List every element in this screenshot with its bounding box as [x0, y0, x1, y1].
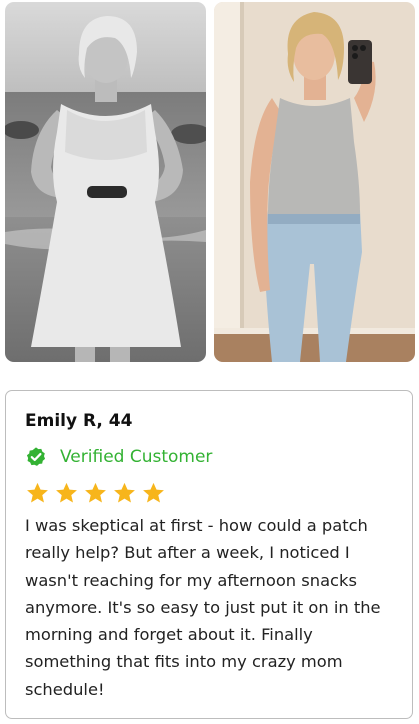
verified-badge: Verified Customer	[25, 446, 212, 468]
review-text: I was skeptical at first - how could a p…	[25, 516, 381, 699]
verified-label: Verified Customer	[60, 447, 213, 467]
customer-name: Emily R, 44	[25, 411, 133, 431]
star-rating	[25, 481, 170, 506]
star-icon	[27, 482, 48, 503]
star-icon	[143, 482, 164, 503]
star-icon	[85, 482, 106, 503]
star-icon	[114, 482, 135, 503]
check-badge-icon	[25, 446, 47, 468]
before-photo	[5, 2, 206, 362]
after-photo	[214, 2, 415, 362]
star-icon	[56, 482, 77, 503]
testimonial-card: Emily R, 44 Verified Customer I was skep…	[5, 390, 413, 719]
